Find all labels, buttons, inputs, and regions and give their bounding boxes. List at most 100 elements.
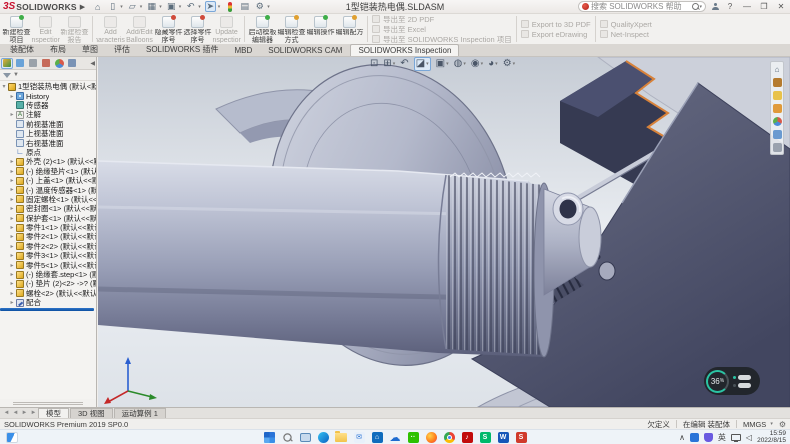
search-icon[interactable]: [692, 3, 699, 10]
tree-item-history[interactable]: ▸History: [0, 91, 96, 100]
tray-app-icon[interactable]: [690, 433, 699, 442]
ribbon-button-edit-operations[interactable]: 编辑操作: [306, 15, 335, 43]
expand-arrow-icon[interactable]: ▸: [8, 233, 16, 240]
open-caret-icon[interactable]: ▾: [140, 4, 143, 10]
word-icon[interactable]: W: [497, 431, 509, 443]
ribbon-button-add-edit-balloons[interactable]: Add/Edit Balloons: [125, 15, 154, 43]
tree-item-front-plane[interactable]: 前视基准面: [0, 120, 96, 129]
zoom-fit-icon[interactable]: ⊡: [370, 58, 378, 70]
expand-arrow-icon[interactable]: ▸: [8, 299, 16, 306]
chrome-icon[interactable]: [443, 431, 455, 443]
expand-arrow-icon[interactable]: ▸: [8, 271, 16, 278]
save-caret-icon[interactable]: ▾: [159, 4, 162, 10]
tree-item-part[interactable]: ▸(-) 垫片 (2)<2> ->? (默认<<默认: [0, 279, 96, 288]
tab-scroll-right-icon[interactable]: ►: [20, 410, 29, 416]
tab-model[interactable]: 模型: [38, 408, 69, 418]
login-user-icon[interactable]: [711, 3, 719, 11]
rollback-bar[interactable]: [0, 308, 94, 311]
custom-properties-icon[interactable]: [772, 129, 782, 139]
tab-mbd[interactable]: MBD: [226, 44, 260, 56]
menu-flyout-icon[interactable]: ▶: [80, 3, 85, 11]
expand-arrow-icon[interactable]: ▸: [8, 158, 16, 165]
export-edrawing[interactable]: Export eDrawing: [521, 30, 591, 39]
tree-item-part[interactable]: ▸零件2<1> (默认<<默认>_显示状: [0, 232, 96, 241]
microsoft-store-icon[interactable]: ⌂: [371, 431, 383, 443]
start-button[interactable]: [263, 431, 275, 443]
solidworks-taskbar-icon[interactable]: S: [515, 431, 527, 443]
edit-appearance-icon[interactable]: ◕▾: [488, 58, 498, 70]
tree-item-part[interactable]: ▸(-) 绝缘套.step<1> (默认<<默认>: [0, 270, 96, 279]
undo-caret-icon[interactable]: ▾: [198, 4, 201, 10]
expand-arrow-icon[interactable]: ▸: [8, 243, 16, 250]
expand-arrow-icon[interactable]: ▸: [8, 111, 16, 118]
displaymanager-tab[interactable]: [53, 58, 65, 69]
graphics-viewport[interactable]: ⊡ ⊞▾ ↶ ◪▾ ▣▾ ◍▾ ◉▾ ◕▾ ⚙▾ ⌂: [98, 57, 790, 407]
previous-view-icon[interactable]: ↶: [400, 58, 408, 70]
tray-volume-icon[interactable]: ◁: [746, 433, 752, 442]
ime-indicator[interactable]: 英: [718, 432, 726, 443]
expand-arrow-icon[interactable]: ▸: [8, 186, 16, 193]
appearances-icon[interactable]: [772, 116, 782, 126]
zoom-area-icon[interactable]: ⊞▾: [383, 58, 395, 70]
restore-button[interactable]: ❐: [758, 1, 770, 12]
ribbon-button-new-inspection-report[interactable]: 新建检查报告: [60, 15, 89, 43]
propertymanager-tab[interactable]: [14, 58, 26, 69]
tree-item-annotations[interactable]: ▸A注解: [0, 110, 96, 119]
tab-evaluate[interactable]: 评估: [106, 42, 138, 56]
units-selector[interactable]: MMGS: [743, 420, 766, 429]
net-inspect[interactable]: Net-Inspect: [600, 30, 652, 39]
solidworks-resources-icon[interactable]: ⌂: [772, 64, 782, 74]
featuremanager-tree-tab[interactable]: [1, 58, 13, 69]
task-view-icon[interactable]: [299, 431, 311, 443]
new-caret-icon[interactable]: ▾: [120, 4, 123, 10]
tree-item-part[interactable]: ▸零件1<1> (默认<<默认>_显示状态: [0, 223, 96, 232]
tree-item-root[interactable]: ▾1型铠装热电偶 (默认<默认_显示状态-1: [0, 82, 96, 91]
tab-scroll-last-icon[interactable]: ►: [29, 410, 38, 416]
tree-item-part[interactable]: ▸螺栓<2> (默认<<默认>_显示状态: [0, 289, 96, 298]
status-options-icon[interactable]: ⚙: [779, 420, 786, 429]
expand-arrow-icon[interactable]: ▸: [8, 252, 16, 259]
undo-icon[interactable]: ↶: [185, 1, 196, 12]
ribbon-button-hide-balloons[interactable]: 隐藏零件序号: [154, 15, 183, 43]
select-arrow-icon[interactable]: ➤: [205, 1, 216, 12]
hide-show-items-icon[interactable]: ◉▾: [471, 58, 483, 70]
expand-arrow-icon[interactable]: ▸: [8, 177, 16, 184]
close-button[interactable]: ✕: [775, 1, 787, 12]
expand-arrow-icon[interactable]: ▸: [8, 224, 16, 231]
display-style-icon[interactable]: ◍▾: [454, 58, 466, 70]
edge-icon[interactable]: [317, 431, 329, 443]
tree-item-origin[interactable]: ∟原点: [0, 148, 96, 157]
filter-caret-icon[interactable]: ▼: [13, 72, 19, 78]
expand-arrow-icon[interactable]: ▸: [8, 215, 16, 222]
tray-shield-icon[interactable]: [704, 433, 713, 442]
configurationmanager-tab[interactable]: [27, 58, 39, 69]
ribbon-button-edit-inspection-project[interactable]: Edit Inspection Project: [31, 15, 60, 43]
onedrive-icon[interactable]: ☁: [389, 431, 401, 443]
zoom-control-row[interactable]: [733, 375, 751, 380]
export-2d-pdf[interactable]: 导出至 2D PDF: [372, 15, 512, 24]
minimize-button[interactable]: —: [741, 1, 753, 12]
tree-item-part[interactable]: ▸保护套<1> (默认<<默认>_显示状: [0, 213, 96, 222]
tree-item-part[interactable]: ▸(-) 上盖<1> (默认<<默认>_显示状: [0, 176, 96, 185]
design-library-icon[interactable]: [772, 77, 782, 87]
rebuild-traffic-light-icon[interactable]: [224, 1, 235, 12]
ribbon-button-update-inspection-project[interactable]: Update Inspection Project: [212, 15, 241, 43]
zoom-badge[interactable]: 36%: [704, 367, 760, 395]
select-caret-icon[interactable]: ▾: [218, 4, 221, 10]
ribbon-button-edit-inspection-methods[interactable]: 编辑检查方式: [277, 15, 306, 43]
tree-item-part[interactable]: ▸外壳 (2)<1> (默认<<默认>_显示状: [0, 157, 96, 166]
tab-solidworks-inspection[interactable]: SOLIDWORKS Inspection: [350, 44, 459, 56]
open-icon[interactable]: ▱: [127, 1, 138, 12]
tab-solidworks-cam[interactable]: SOLIDWORKS CAM: [260, 44, 350, 56]
expand-arrow-icon[interactable]: ▸: [8, 93, 16, 100]
expand-arrow-icon[interactable]: ▾: [0, 83, 8, 90]
options-gear-icon[interactable]: ⚙: [254, 1, 265, 12]
tree-item-part[interactable]: ▸(-) 绝缘垫片<1> (默认<<默认>_显: [0, 167, 96, 176]
view-palette-icon[interactable]: [772, 103, 782, 113]
forum-icon[interactable]: [772, 142, 782, 152]
panel-resize-grip[interactable]: [0, 399, 96, 407]
tree-item-sensors[interactable]: 传感器: [0, 101, 96, 110]
file-explorer-icon[interactable]: [772, 90, 782, 100]
tree-item-part[interactable]: ▸零件5<1> (默认<<默认>_显示状: [0, 260, 96, 269]
taskbar-clock[interactable]: 15:59 2022/8/15: [757, 430, 786, 444]
